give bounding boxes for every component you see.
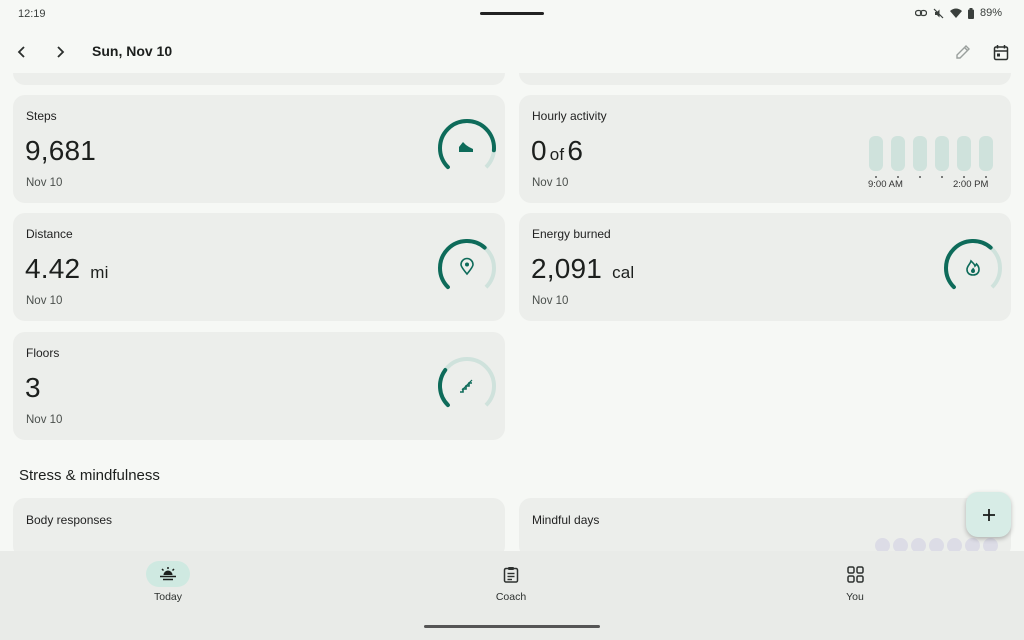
wifi-icon <box>949 8 962 18</box>
battery-percent: 89% <box>979 7 1002 19</box>
card-date: Nov 10 <box>532 295 569 307</box>
edit-button[interactable] <box>951 40 975 64</box>
card-stub <box>519 73 1011 85</box>
energy-unit: cal <box>612 263 635 282</box>
hourly-bars: 9:00 AM 2:00 PM <box>868 136 999 190</box>
nav-item-today[interactable]: Today <box>128 561 208 613</box>
hour-bar <box>891 136 905 171</box>
location-pin-icon <box>460 257 474 276</box>
hour-bar <box>869 136 883 171</box>
nav-label: Today <box>153 591 183 603</box>
status-icons: 89% <box>914 7 1002 19</box>
hour-bar <box>957 136 971 171</box>
stairs-icon <box>460 379 473 393</box>
nav-label: You <box>846 591 864 603</box>
calendar-button[interactable] <box>989 40 1013 64</box>
hourly-of: of <box>549 145 565 164</box>
card-label: Body responses <box>26 513 113 527</box>
hourly-activity-card[interactable]: Hourly activity 0 of 6 Nov 10 9:00 AM 2:00… <box>519 95 1011 203</box>
hour-tick <box>963 176 965 178</box>
card-label: Mindful days <box>532 513 600 527</box>
nav-label: Coach <box>495 591 527 603</box>
mute-icon <box>933 8 944 19</box>
battery-icon <box>967 7 974 19</box>
hour-tick <box>897 176 899 178</box>
nav-item-you[interactable]: You <box>815 561 895 613</box>
card-label: Energy burned <box>532 227 611 241</box>
hour-tick <box>985 176 987 178</box>
nav-indicator <box>489 561 533 587</box>
nav-item-coach[interactable]: Coach <box>471 561 551 613</box>
mindful-days-card[interactable]: Mindful days <box>519 498 1011 558</box>
shoe-icon <box>459 142 473 152</box>
steps-card[interactable]: Steps 9,681 Nov 10 <box>13 95 505 203</box>
sun-horizon-icon <box>160 567 176 581</box>
back-button[interactable] <box>10 40 34 64</box>
steps-progress-ring <box>438 119 496 177</box>
flame-icon <box>966 259 980 276</box>
plus-icon <box>982 508 995 521</box>
distance-card[interactable]: Distance 4.42 mi Nov 10 <box>13 213 505 321</box>
status-bar: 12:19 89% <box>0 0 1024 28</box>
body-responses-card[interactable]: Body responses <box>13 498 505 558</box>
card-stub <box>13 73 505 85</box>
steps-value: 9,681 <box>25 135 97 166</box>
calendar-icon <box>993 44 1009 60</box>
card-label: Hourly activity <box>532 109 607 123</box>
edit-icon <box>956 45 970 59</box>
date-title: Sun, Nov 10 <box>92 43 173 59</box>
forward-icon <box>57 46 65 58</box>
clipboard-icon <box>503 566 519 583</box>
hourly-count: 0 <box>531 135 547 166</box>
section-title-stress: Stress & mindfulness <box>19 467 160 484</box>
card-label: Steps <box>26 109 57 123</box>
card-label: Floors <box>26 346 60 360</box>
nav-indicator <box>833 561 877 587</box>
hour-tick <box>919 176 921 178</box>
hour-bar <box>935 136 949 171</box>
gesture-handle <box>424 625 600 628</box>
floors-progress-ring <box>438 357 496 415</box>
distance-progress-ring <box>438 239 496 297</box>
card-date: Nov 10 <box>26 177 63 189</box>
floors-value: 3 <box>25 372 41 403</box>
hour-bar <box>913 136 927 171</box>
link-icon <box>914 8 927 18</box>
back-icon <box>17 46 25 58</box>
top-app-bar: Sun, Nov 10 <box>0 32 1024 72</box>
distance-unit: mi <box>90 263 109 282</box>
start-hour-label: 9:00 AM <box>868 179 903 190</box>
card-date: Nov 10 <box>26 295 63 307</box>
energy-progress-ring <box>944 239 1002 297</box>
distance-number: 4.42 <box>25 253 81 284</box>
hourly-value: 0 of 6 <box>531 135 583 167</box>
card-date: Nov 10 <box>26 414 63 426</box>
nav-indicator <box>146 561 190 587</box>
card-date: Nov 10 <box>532 177 569 189</box>
add-button[interactable] <box>966 492 1011 537</box>
hourly-total: 6 <box>567 135 584 166</box>
hour-tick <box>941 176 943 178</box>
end-hour-label: 2:00 PM <box>953 179 989 190</box>
energy-number: 2,091 <box>531 253 603 284</box>
status-time: 12:19 <box>18 8 46 20</box>
energy-value: 2,091 cal <box>531 253 634 285</box>
floors-card[interactable]: Floors 3 Nov 10 <box>13 332 505 440</box>
hour-tick <box>875 176 877 178</box>
distance-value: 4.42 mi <box>25 253 109 285</box>
hour-bar <box>979 136 993 171</box>
grid-icon <box>846 565 864 583</box>
forward-button[interactable] <box>48 40 72 64</box>
camera-notch <box>480 12 544 15</box>
card-label: Distance <box>26 227 73 241</box>
energy-burned-card[interactable]: Energy burned 2,091 cal Nov 10 <box>519 213 1011 321</box>
